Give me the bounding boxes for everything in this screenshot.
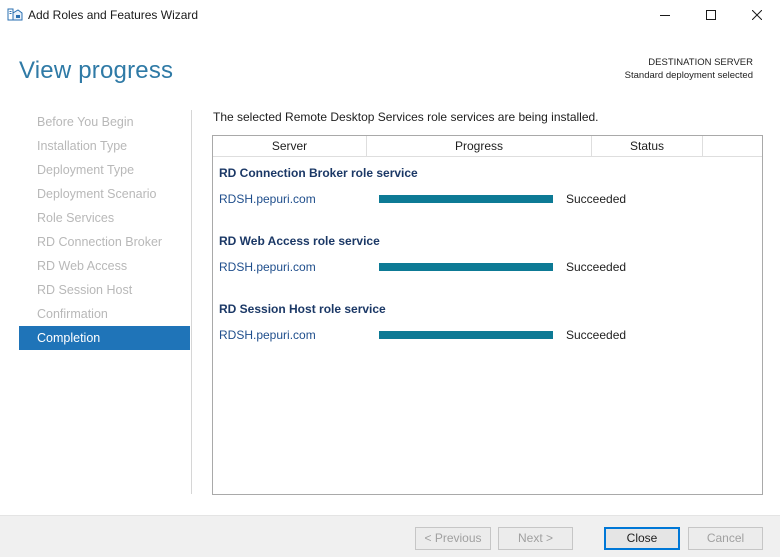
window-title: Add Roles and Features Wizard <box>28 8 199 22</box>
row-status: Succeeded <box>566 328 627 342</box>
destination-server: DESTINATION SERVER Standard deployment s… <box>625 56 753 82</box>
cancel-button[interactable]: Cancel <box>688 527 763 550</box>
button-bar: < Previous Next > Close Cancel <box>0 515 780 557</box>
wizard-steps: Before You Begin Installation Type Deplo… <box>19 110 190 350</box>
close-button[interactable]: Close <box>604 527 680 550</box>
step-rd-web-access[interactable]: RD Web Access <box>19 254 190 278</box>
step-deployment-type[interactable]: Deployment Type <box>19 158 190 182</box>
step-deployment-scenario[interactable]: Deployment Scenario <box>19 182 190 206</box>
progress-fill <box>379 331 553 339</box>
column-header-row: Server Progress Status <box>213 136 762 157</box>
step-rd-connection-broker[interactable]: RD Connection Broker <box>19 230 190 254</box>
row-server[interactable]: RDSH.pepuri.com <box>219 192 316 206</box>
intro-text: The selected Remote Desktop Services rol… <box>213 110 599 124</box>
minimize-icon <box>660 10 670 20</box>
progress-bar <box>379 195 553 203</box>
step-role-services[interactable]: Role Services <box>19 206 190 230</box>
progress-list[interactable]: Server Progress Status RD Connection Bro… <box>212 135 763 495</box>
previous-button[interactable]: < Previous <box>415 527 491 550</box>
minimize-button[interactable] <box>642 0 688 30</box>
progress-fill <box>379 263 553 271</box>
group-title: RD Web Access role service <box>219 234 380 248</box>
group-title: RD Session Host role service <box>219 302 386 316</box>
sidebar-divider <box>191 110 192 494</box>
column-status[interactable]: Status <box>592 136 703 156</box>
next-button[interactable]: Next > <box>498 527 573 550</box>
progress-bar <box>379 263 553 271</box>
step-before-you-begin[interactable]: Before You Begin <box>19 110 190 134</box>
group-title: RD Connection Broker role service <box>219 166 418 180</box>
row-server[interactable]: RDSH.pepuri.com <box>219 328 316 342</box>
column-server[interactable]: Server <box>213 136 367 156</box>
column-progress[interactable]: Progress <box>367 136 592 156</box>
page-title: View progress <box>19 57 174 84</box>
row-status: Succeeded <box>566 192 627 206</box>
step-rd-session-host[interactable]: RD Session Host <box>19 278 190 302</box>
close-window-button[interactable] <box>734 0 780 30</box>
wizard-window: Add Roles and Features Wizard View progr… <box>0 0 780 557</box>
close-icon <box>752 10 762 20</box>
destination-value: Standard deployment selected <box>624 70 753 81</box>
row-server[interactable]: RDSH.pepuri.com <box>219 260 316 274</box>
title-bar: Add Roles and Features Wizard <box>0 0 780 30</box>
progress-bar <box>379 331 553 339</box>
server-manager-icon <box>7 7 23 22</box>
maximize-icon <box>706 10 716 20</box>
destination-label: DESTINATION SERVER <box>648 57 753 68</box>
step-confirmation[interactable]: Confirmation <box>19 302 190 326</box>
progress-fill <box>379 195 553 203</box>
row-status: Succeeded <box>566 260 627 274</box>
maximize-button[interactable] <box>688 0 734 30</box>
step-installation-type[interactable]: Installation Type <box>19 134 190 158</box>
step-completion[interactable]: Completion <box>19 326 190 350</box>
